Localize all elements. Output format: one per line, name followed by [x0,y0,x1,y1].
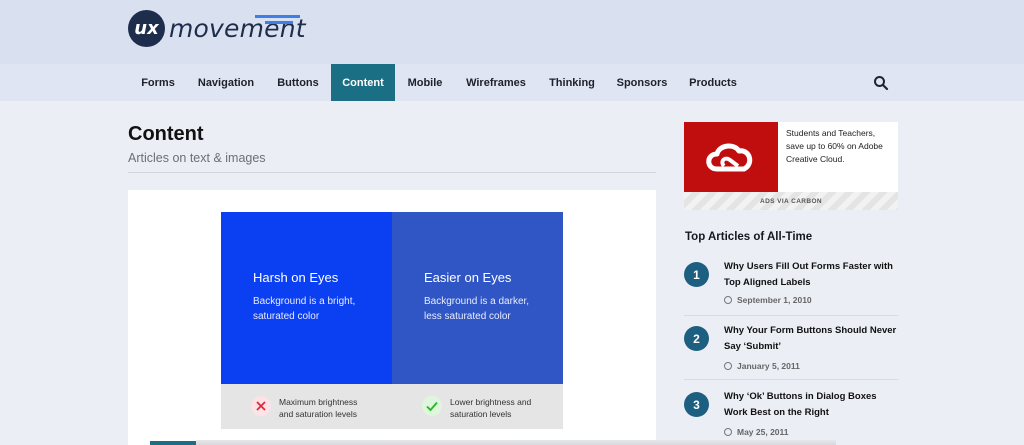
ad-attribution[interactable]: ADS VIA CARBON [684,192,898,210]
nav-item-products[interactable]: Products [684,64,742,101]
nav-item-navigation[interactable]: Navigation [192,64,260,101]
nav-item-mobile[interactable]: Mobile [400,64,450,101]
scroll-fade [196,440,836,445]
divider [684,315,898,316]
panel-title: Easier on Eyes [424,270,512,285]
rank-badge: 1 [684,262,709,287]
x-icon [251,396,271,416]
creative-cloud-icon [706,143,753,172]
clock-icon [724,362,732,370]
divider [684,379,898,380]
rank-badge: 3 [684,392,709,417]
ad-text[interactable]: Students and Teachers, save up to 60% on… [786,127,892,166]
nav-item-thinking[interactable]: Thinking [543,64,601,101]
panel-body: Background is a bright, saturated color [253,296,356,322]
nav-item-buttons[interactable]: Buttons [270,64,326,101]
harsh-panel: Harsh on Eyes Background is a bright, sa… [221,212,392,384]
logo-mark: ux [128,9,165,47]
article-link[interactable]: Why Users Fill Out Forms Faster with Top… [724,259,902,290]
article-link[interactable]: Why ‘Ok’ Buttons in Dialog Boxes Work Be… [724,389,902,420]
nav-item-forms[interactable]: Forms [131,64,185,101]
site-logo[interactable]: ux movement [128,8,306,48]
check-icon [422,396,442,416]
logo-accent-line [255,15,300,18]
main-nav: Forms Navigation Buttons Content Mobile … [0,64,1024,101]
category-tag[interactable] [150,441,196,445]
page-subtitle: Articles on text & images [128,151,266,165]
search-icon[interactable] [873,75,889,91]
page-title: Content [128,123,204,145]
panel-title: Harsh on Eyes [253,270,339,285]
article-link[interactable]: Why Your Form Buttons Should Never Say ‘… [724,323,902,354]
divider [128,172,656,173]
easier-panel: Easier on Eyes Background is a darker, l… [392,212,563,384]
clock-icon [724,428,732,436]
good-caption: Lower brightness and saturation levels [450,397,532,419]
nav-item-wireframes[interactable]: Wireframes [461,64,531,101]
bad-caption: Maximum brightness and saturation levels [279,397,358,419]
article-date: September 1, 2010 [724,295,812,305]
nav-item-content[interactable]: Content [331,64,395,101]
rank-badge: 2 [684,326,709,351]
article-date: January 5, 2011 [724,361,800,371]
panel-body: Background is a darker, less saturated c… [424,296,530,322]
top-articles-heading: Top Articles of All-Time [685,231,813,243]
nav-item-sponsors[interactable]: Sponsors [611,64,673,101]
ad-image[interactable] [684,122,778,192]
article-date: May 25, 2011 [724,427,789,437]
clock-icon [724,296,732,304]
logo-accent-line [265,21,293,24]
